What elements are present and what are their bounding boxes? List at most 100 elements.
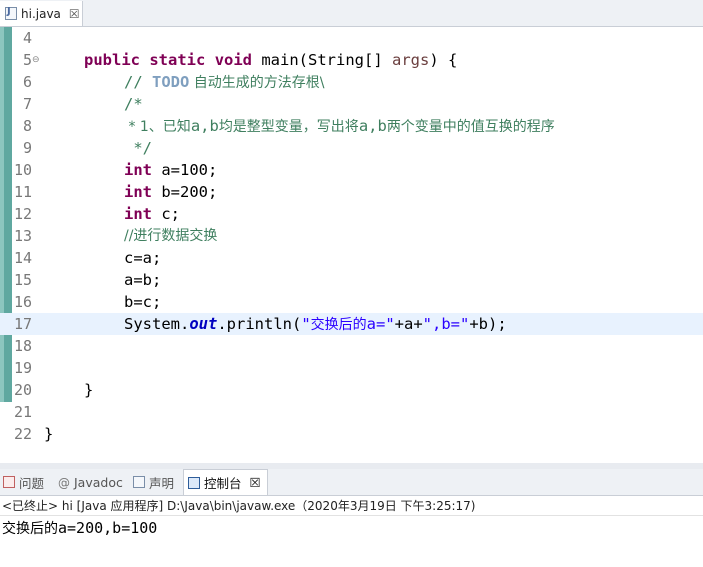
keyword: public <box>84 51 140 69</box>
comment-text: a,b <box>358 117 387 135</box>
code-editor[interactable]: 4 5 ⊖ public static void main(String[] a… <box>0 27 703 447</box>
code-text: public static void main(String[] args) { <box>84 49 457 71</box>
view-tab-bar: 问题 @ Javadoc 声明 控制台 ☒ <box>0 469 703 496</box>
scroll-left-icon[interactable]: ‹ <box>47 446 51 447</box>
editor-tab-label: hi.java <box>21 6 61 21</box>
close-tab-icon[interactable]: ☒ <box>69 7 80 21</box>
code-token: b=200; <box>152 183 218 201</box>
string-literal: a=" <box>366 315 395 333</box>
code-text: System.out.println("交换后的a="+a+",b="+b); <box>124 313 507 336</box>
code-line: 22 } <box>0 423 703 445</box>
code-line: 21 <box>0 401 703 423</box>
keyword: int <box>124 183 152 201</box>
keyword: int <box>124 205 152 223</box>
code-line: 9 */ <box>0 137 703 159</box>
comment: // <box>124 73 152 91</box>
code-line: 4 <box>0 27 703 49</box>
line-number: 20 <box>13 381 32 399</box>
code-token: c; <box>152 205 180 223</box>
comment-text: a,b <box>190 117 219 135</box>
code-text: } <box>44 425 54 443</box>
tab-label: 声明 <box>149 475 175 491</box>
line-number: 5 <box>22 51 32 69</box>
code-text: int b=200; <box>124 181 217 203</box>
line-number: 13 <box>13 227 32 245</box>
line-number: 7 <box>22 95 32 113</box>
comment: /* <box>124 95 143 113</box>
keyword: int <box>124 161 152 179</box>
tab-declaration[interactable]: 声明 <box>133 469 174 495</box>
code-token: ) { <box>429 51 458 69</box>
code-token: a=100; <box>152 161 218 179</box>
comment: * 1、已知a,b均是整型变量，写出将a,b两个变量中的值互换的程序 <box>124 115 555 138</box>
comment-text: * 1、已知 <box>124 119 191 135</box>
console-output-text: a=200,b=100 <box>58 519 158 537</box>
line-number: 10 <box>13 161 32 179</box>
keyword: void <box>214 51 253 69</box>
line-number: 19 <box>13 359 32 377</box>
line-number: 15 <box>13 271 32 289</box>
code-line: 18 <box>0 335 703 357</box>
string-literal: 交换后的 <box>310 317 367 333</box>
line-number: 22 <box>13 425 32 443</box>
comment: */ <box>124 139 152 157</box>
line-number: 9 <box>22 139 32 157</box>
console-output-text: 交换后的 <box>2 521 58 537</box>
code-token: System. <box>124 315 190 333</box>
code-text: } <box>84 381 94 399</box>
tab-javadoc[interactable]: @ Javadoc <box>58 469 123 495</box>
code-token: +a+ <box>394 315 423 333</box>
line-number: 6 <box>22 73 32 91</box>
tab-label: Javadoc <box>74 474 123 490</box>
code-line: 12 int c; <box>0 203 703 225</box>
code-line: 7 /* <box>0 93 703 115</box>
declaration-icon <box>133 476 145 488</box>
close-tab-icon[interactable]: ☒ <box>250 475 261 490</box>
code-line: 15 a=b; <box>0 269 703 291</box>
comment: 自动生成的方法存根\ <box>189 75 325 91</box>
line-number: 18 <box>13 337 32 355</box>
editor-tab-hi-java[interactable]: hi.java ☒ <box>0 1 83 26</box>
static-field: out <box>189 315 218 333</box>
comment: //进行数据交换 <box>124 228 218 244</box>
code-line: 16 b=c; <box>0 291 703 313</box>
tab-console[interactable]: 控制台 ☒ <box>183 469 268 495</box>
java-file-icon <box>5 6 17 20</box>
console-icon <box>188 476 200 489</box>
parameter: args <box>392 51 430 69</box>
line-number: 16 <box>13 293 32 311</box>
code-text: c=a; <box>124 249 162 267</box>
code-line: 14 c=a; <box>0 247 703 269</box>
code-line: 5 ⊖ public static void main(String[] arg… <box>0 49 703 71</box>
comment-text: 均是整型变量，写出将 <box>218 119 359 135</box>
line-number: 8 <box>22 117 32 135</box>
line-number: 17 <box>13 315 32 333</box>
code-token: .println( <box>217 315 302 333</box>
problems-icon <box>3 476 15 488</box>
string-literal: ",b=" <box>422 315 470 333</box>
code-text: int c; <box>124 203 180 225</box>
code-text: b=c; <box>124 293 162 311</box>
fold-collapse-icon[interactable]: ⊖ <box>32 49 40 71</box>
code-token: main(String[] <box>252 51 392 69</box>
keyword: static <box>149 51 206 69</box>
line-number: 21 <box>13 403 32 421</box>
todo-tag: TODO <box>152 73 190 91</box>
current-code-line: 17 System.out.println("交换后的a="+a+",b="+b… <box>0 313 703 335</box>
console-status-line: <已终止> hi [Java 应用程序] D:\Java\bin\javaw.e… <box>0 496 703 516</box>
code-token: +b); <box>469 315 507 333</box>
line-number: 4 <box>22 29 32 47</box>
code-line: 6 // TODO 自动生成的方法存根\ <box>0 71 703 93</box>
tab-problems[interactable]: 问题 <box>3 469 44 495</box>
at-sign-icon: @ <box>58 476 70 490</box>
code-text: a=b; <box>124 271 162 289</box>
code-line: 19 <box>0 357 703 379</box>
line-number: 12 <box>13 205 32 223</box>
code-text: int a=100; <box>124 159 217 181</box>
comment-text: 两个变量中的值互换的程序 <box>386 119 555 135</box>
code-line: 8 * 1、已知a,b均是整型变量，写出将a,b两个变量中的值互换的程序 <box>0 115 703 137</box>
string-literal: " <box>301 315 311 333</box>
line-number: 11 <box>13 183 32 201</box>
line-number: 14 <box>13 249 32 267</box>
code-line: 13 //进行数据交换 <box>0 225 703 247</box>
